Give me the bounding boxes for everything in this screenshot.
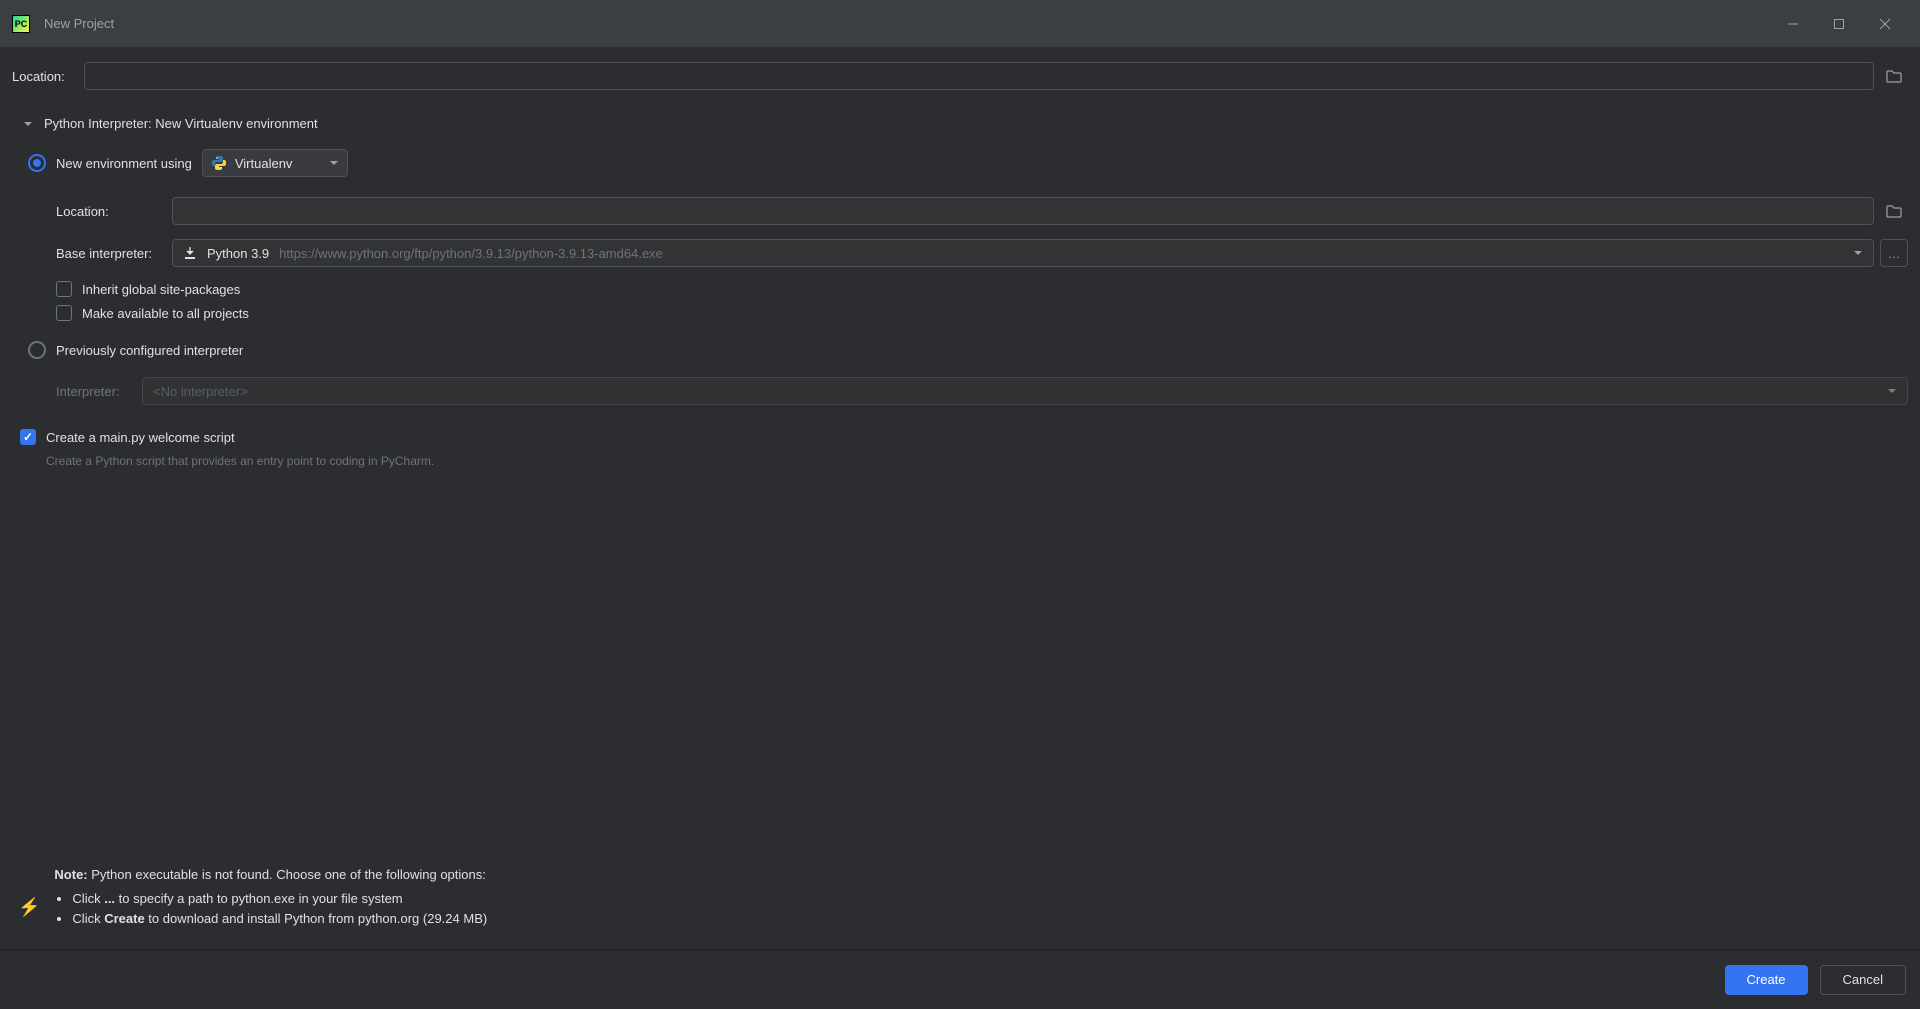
chevron-down-icon (1887, 386, 1897, 396)
base-interpreter-row: Base interpreter: Python 3.9 https://www… (12, 239, 1908, 267)
make-available-row: Make available to all projects (12, 305, 1908, 321)
note-message: Python executable is not found. Choose o… (88, 867, 486, 882)
base-interpreter-name: Python 3.9 (207, 246, 269, 261)
project-location-input[interactable] (84, 62, 1874, 90)
lightning-icon: ⚡ (18, 897, 40, 929)
welcome-row: Create a main.py welcome script (12, 429, 1908, 445)
note-text: Note: Python executable is not found. Ch… (54, 865, 487, 929)
create-button[interactable]: Create (1725, 965, 1808, 995)
chevron-down-icon (329, 158, 339, 168)
folder-icon (1886, 204, 1902, 218)
maximize-button[interactable] (1816, 0, 1862, 47)
browse-env-location-button[interactable] (1880, 197, 1908, 225)
base-interpreter-label: Base interpreter: (56, 246, 172, 261)
ellipsis-icon: … (1888, 246, 1901, 261)
previously-configured-label: Previously configured interpreter (56, 343, 243, 358)
interpreter-value: <No interpreter> (153, 384, 248, 399)
pycharm-icon: PC (12, 15, 30, 33)
chevron-down-icon (22, 118, 34, 130)
python-icon (211, 155, 227, 171)
make-available-label: Make available to all projects (82, 306, 249, 321)
env-location-row: Location: (12, 197, 1908, 225)
note-block: ⚡ Note: Python executable is not found. … (12, 865, 1908, 949)
interpreter-combo: <No interpreter> (142, 377, 1908, 405)
chevron-down-icon (1853, 248, 1863, 258)
cancel-button[interactable]: Cancel (1820, 965, 1906, 995)
new-environment-radio[interactable] (28, 154, 46, 172)
inherit-row: Inherit global site-packages (12, 281, 1908, 297)
interpreter-section-title: Python Interpreter: New Virtualenv envir… (44, 116, 318, 131)
footer: Create Cancel (0, 949, 1920, 1009)
new-env-row: New environment using Virtualenv (12, 149, 1908, 177)
create-main-script-checkbox[interactable] (20, 429, 36, 445)
create-main-script-label: Create a main.py welcome script (46, 430, 235, 445)
project-location-label: Location: (12, 69, 84, 84)
env-location-input[interactable] (172, 197, 1874, 225)
project-location-row: Location: (12, 62, 1908, 90)
note-option-2: Click Create to download and install Pyt… (72, 909, 487, 929)
base-interpreter-url: https://www.python.org/ftp/python/3.9.13… (279, 246, 663, 261)
note-option-1: Click ... to specify a path to python.ex… (72, 889, 487, 909)
interpreter-section-header[interactable]: Python Interpreter: New Virtualenv envir… (22, 116, 1908, 131)
prev-env-row: Previously configured interpreter (12, 341, 1908, 359)
content-area: Location: Python Interpreter: New Virtua… (0, 47, 1920, 949)
browse-project-location-button[interactable] (1880, 62, 1908, 90)
window-title: New Project (44, 16, 114, 31)
env-type-value: Virtualenv (235, 156, 293, 171)
env-location-label: Location: (56, 204, 172, 219)
previously-configured-radio[interactable] (28, 341, 46, 359)
create-main-script-hint: Create a Python script that provides an … (46, 454, 434, 468)
close-button[interactable] (1862, 0, 1908, 47)
inherit-site-packages-label: Inherit global site-packages (82, 282, 240, 297)
inherit-site-packages-checkbox[interactable] (56, 281, 72, 297)
base-interpreter-combo[interactable]: Python 3.9 https://www.python.org/ftp/py… (172, 239, 1874, 267)
folder-icon (1886, 69, 1902, 83)
welcome-hint-row: Create a Python script that provides an … (12, 453, 1908, 468)
minimize-button[interactable] (1770, 0, 1816, 47)
download-icon (183, 246, 197, 260)
make-available-checkbox[interactable] (56, 305, 72, 321)
note-prefix: Note: (54, 867, 87, 882)
interpreter-row: Interpreter: <No interpreter> (12, 377, 1908, 405)
new-environment-label: New environment using (56, 156, 192, 171)
titlebar: PC New Project (0, 0, 1920, 47)
browse-base-interpreter-button[interactable]: … (1880, 239, 1908, 267)
interpreter-label: Interpreter: (56, 384, 142, 399)
env-type-combo[interactable]: Virtualenv (202, 149, 348, 177)
